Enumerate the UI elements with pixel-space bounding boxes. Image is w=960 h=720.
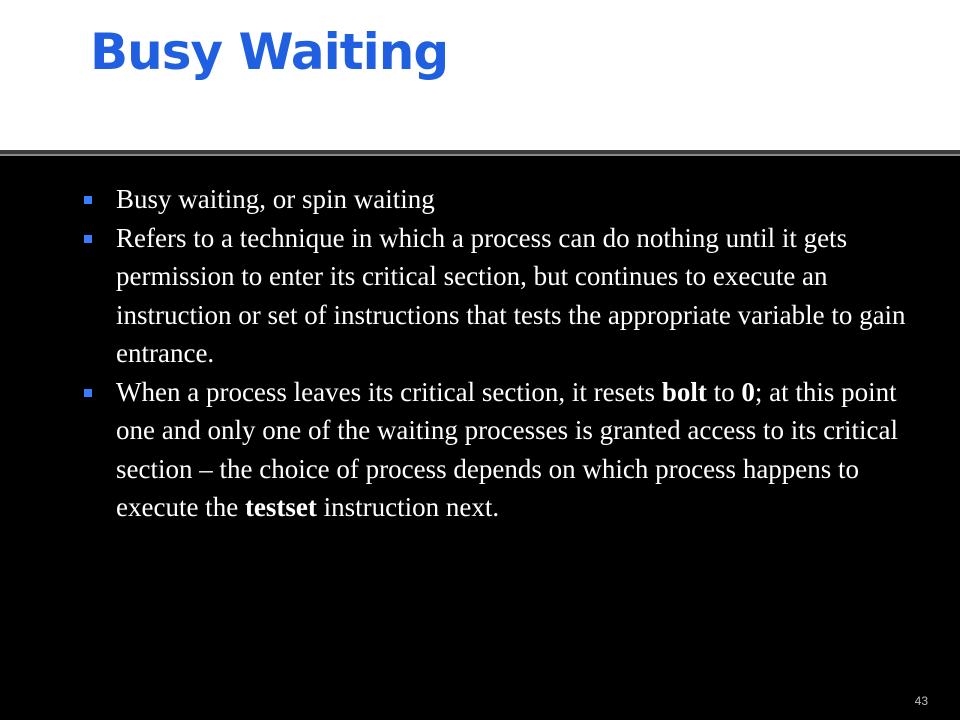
bullet-text: Busy waiting, or spin waiting xyxy=(116,184,435,214)
bullet-item: Refers to a technique in which a process… xyxy=(84,219,914,373)
keyword-testset: testset xyxy=(244,492,317,522)
bullet-item: Busy waiting, or spin waiting xyxy=(84,180,914,219)
title-bar: Busy Waiting xyxy=(0,0,960,150)
bullet-text-segment: instruction next. xyxy=(316,492,500,522)
square-bullet-icon xyxy=(84,234,92,243)
bullet-text: Refers to a technique in which a process… xyxy=(116,222,906,369)
page-number: 43 xyxy=(914,694,928,708)
bullet-text-segment: When a process leaves its critical secti… xyxy=(116,376,662,407)
keyword-bolt: bolt xyxy=(661,376,707,407)
keyword-zero: 0 xyxy=(741,376,755,407)
bullet-item: When a process leaves its critical secti… xyxy=(84,373,914,527)
title-divider-highlight xyxy=(0,154,960,156)
square-bullet-icon xyxy=(84,388,92,397)
bullet-text: When a process leaves its critical secti… xyxy=(116,373,914,527)
slide-title: Busy Waiting xyxy=(90,23,449,81)
square-bullet-icon xyxy=(84,196,92,204)
bullet-text-segment: to xyxy=(706,376,742,407)
slide-body: Busy waiting, or spin waiting Refers to … xyxy=(84,180,914,527)
